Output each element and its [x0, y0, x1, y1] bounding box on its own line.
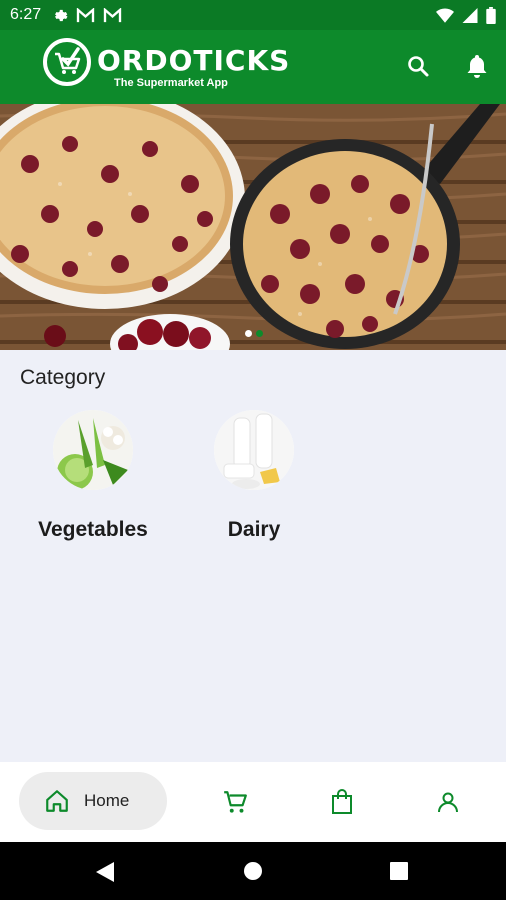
- dairy-image: [214, 410, 294, 490]
- home-circle-icon[interactable]: [243, 861, 263, 881]
- status-time: 6:27: [10, 6, 42, 23]
- battery-icon: [486, 6, 496, 24]
- nav-orders[interactable]: [328, 788, 356, 816]
- wifi-icon: [436, 7, 454, 23]
- gmail-icon: [103, 7, 122, 22]
- status-bar: 6:27: [0, 0, 506, 30]
- carousel-dot[interactable]: [245, 330, 252, 337]
- search-button[interactable]: [402, 50, 434, 82]
- bell-icon: [467, 55, 487, 78]
- carousel-dot-active[interactable]: [256, 330, 263, 337]
- recents-icon[interactable]: [390, 862, 408, 880]
- brand-name: ORDOTICKS: [97, 44, 291, 77]
- signal-icon: [462, 7, 478, 23]
- nav-profile[interactable]: [434, 788, 462, 816]
- cart-icon: [224, 791, 247, 813]
- profile-icon: [438, 792, 458, 813]
- notifications-button[interactable]: [461, 50, 493, 82]
- category-label: Vegetables: [38, 518, 148, 541]
- vegetables-image: [53, 410, 133, 490]
- banner-carousel[interactable]: [0, 104, 506, 350]
- system-navigation-bar: [0, 842, 506, 900]
- search-icon: [408, 56, 429, 77]
- gmail-icon: [76, 7, 95, 22]
- category-item-vegetables[interactable]: Vegetables: [13, 410, 173, 542]
- brand-tagline: The Supermarket App: [114, 77, 228, 89]
- bottom-navigation: Home: [0, 762, 506, 842]
- category-item-dairy[interactable]: Dairy: [174, 410, 334, 542]
- settings-gear-icon: [55, 9, 68, 21]
- app-logo: [43, 38, 91, 86]
- app-bar: ORDOTICKS The Supermarket App: [0, 30, 506, 104]
- system-status-icons: [436, 6, 496, 24]
- shopping-bag-icon: [332, 789, 352, 814]
- back-icon[interactable]: [96, 862, 114, 882]
- nav-cart[interactable]: [221, 788, 249, 816]
- home-icon: [46, 790, 68, 812]
- notification-icons: [51, 7, 122, 24]
- category-title: Category: [20, 366, 106, 389]
- nav-home-label: Home: [84, 791, 130, 810]
- nav-home[interactable]: Home: [19, 772, 167, 830]
- category-label: Dairy: [227, 518, 281, 541]
- banner-image: [0, 104, 506, 350]
